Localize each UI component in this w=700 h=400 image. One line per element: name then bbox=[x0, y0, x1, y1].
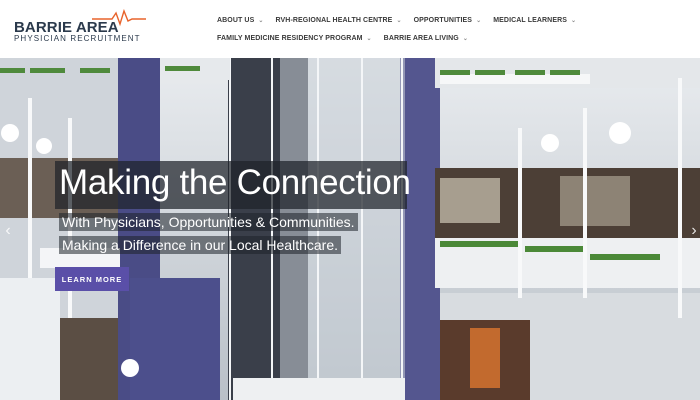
nav-item-label: RVH-REGIONAL HEALTH CENTRE bbox=[275, 16, 393, 24]
site-header: BARRIE AREA PHYSICIAN RECRUITMENT ABOUT … bbox=[0, 0, 700, 58]
nav-item-barrie-living[interactable]: BARRIE AREA LIVING ⌄ bbox=[384, 35, 468, 42]
chevron-down-icon: ⌄ bbox=[258, 17, 264, 24]
nav-item-label: MEDICAL LEARNERS bbox=[493, 16, 568, 24]
nav-row-1: ABOUT US ⌄ RVH-REGIONAL HEALTH CENTRE ⌄ … bbox=[217, 13, 588, 27]
site-logo[interactable]: BARRIE AREA PHYSICIAN RECRUITMENT bbox=[14, 9, 146, 45]
chevron-down-icon: ⌄ bbox=[476, 17, 482, 24]
nav-item-family-medicine[interactable]: FAMILY MEDICINE RESIDENCY PROGRAM ⌄ bbox=[217, 35, 372, 42]
chevron-down-icon: ⌄ bbox=[396, 17, 402, 24]
chevron-down-icon: ⌄ bbox=[462, 35, 468, 42]
chevron-left-icon[interactable]: ‹ bbox=[2, 221, 14, 241]
hero-slider: Making the Connection With Physicians, O… bbox=[0, 58, 700, 400]
hero-title: Making the Connection bbox=[59, 163, 411, 202]
logo-subtitle: PHYSICIAN RECRUITMENT bbox=[14, 34, 141, 43]
chevron-down-icon: ⌄ bbox=[571, 17, 577, 24]
hero-subtitle-line-1: With Physicians, Opportunities & Communi… bbox=[59, 213, 358, 231]
nav-item-label: OPPORTUNITIES bbox=[413, 16, 473, 24]
nav-item-label: ABOUT US bbox=[217, 16, 255, 24]
nav-row-2: FAMILY MEDICINE RESIDENCY PROGRAM ⌄ BARR… bbox=[217, 31, 480, 45]
nav-item-label: BARRIE AREA LIVING bbox=[383, 34, 459, 42]
nav-item-opportunities[interactable]: OPPORTUNITIES ⌄ bbox=[414, 17, 482, 24]
nav-item-about-us[interactable]: ABOUT US ⌄ bbox=[217, 17, 264, 24]
nav-item-medical-learners[interactable]: MEDICAL LEARNERS ⌄ bbox=[493, 17, 576, 24]
chevron-down-icon: ⌄ bbox=[366, 35, 372, 42]
nav-item-rvh[interactable]: RVH-REGIONAL HEALTH CENTRE ⌄ bbox=[276, 17, 402, 24]
chevron-right-icon[interactable]: › bbox=[688, 221, 700, 241]
learn-more-button[interactable]: LEARN MORE bbox=[55, 267, 129, 291]
nav-item-label: FAMILY MEDICINE RESIDENCY PROGRAM bbox=[217, 34, 363, 42]
hero-subtitle-line-2: Making a Difference in our Local Healthc… bbox=[59, 236, 342, 254]
